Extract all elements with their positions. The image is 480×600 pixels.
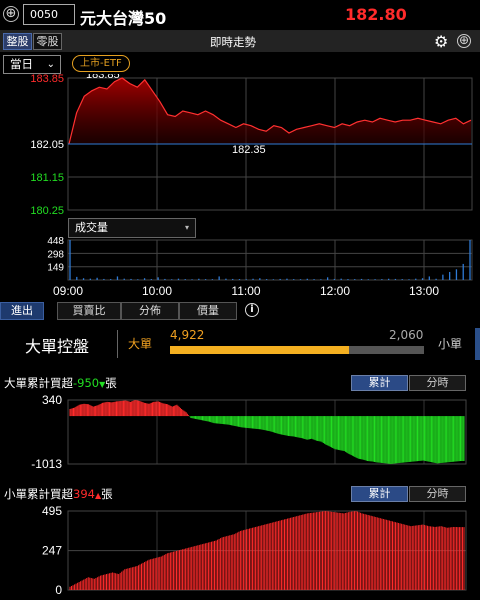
small-orders-label: 小單累計買超394▲張 [4, 486, 113, 502]
tab-buy-sell-ratio[interactable]: 買賣比 [57, 302, 121, 320]
big-intraday-button[interactable]: 分時 [409, 375, 466, 391]
small-order-label: 小單 [438, 337, 463, 351]
top-bar: ⊕ 0050 元大台灣50 182.80 [0, 0, 480, 31]
indicator-value: 成交量 [75, 221, 108, 234]
scrollbar[interactable] [475, 328, 480, 360]
last-price: 182.80 [345, 5, 407, 24]
add-symbol-button[interactable]: ⊕ [3, 6, 19, 22]
big-orders-label: 大單累計買超-950▼張 [4, 375, 117, 391]
tab-price-volume[interactable]: 價量 [179, 302, 237, 320]
time-axis-label: 11:00 [231, 284, 260, 298]
price-axis-label: 181.15 [30, 172, 64, 184]
time-axis-label: 09:00 [53, 284, 83, 298]
intraday-chart: 183.85 182.05 181.15 180.25 183.85 182.35 448 2… [30, 74, 473, 298]
low-price-label: 182.35 [232, 144, 266, 156]
add-chart-button[interactable]: ⊕ [457, 34, 471, 48]
big-order-label: 大單 [128, 337, 153, 351]
orders-axis-label: 247 [42, 544, 62, 558]
big-orders-chart: 340 -1013 [31, 394, 467, 471]
small-orders-chart: 495 247 0 [42, 505, 467, 597]
high-price-label: 183.85 [86, 74, 120, 81]
price-axis-label: 182.05 [30, 139, 64, 151]
sub-header: 整股 零股 即時走勢 ⚙ ⊕ [0, 31, 480, 52]
volume-axis-label: 298 [47, 249, 64, 260]
tab-inout[interactable]: 進出 [0, 302, 44, 320]
tab-odd-lot[interactable]: 零股 [33, 33, 62, 50]
small-intraday-button[interactable]: 分時 [409, 486, 466, 502]
price-axis-label: 180.25 [30, 205, 64, 217]
orders-axis-label: 0 [55, 583, 62, 597]
chevron-down-icon: ▾ [184, 223, 189, 232]
price-area [69, 78, 471, 144]
panel-title: 大單控盤 [25, 337, 90, 356]
time-axis-label: 12:00 [320, 284, 350, 298]
chart-title: 即時走勢 [210, 35, 256, 49]
period-select[interactable]: 當日 ⌄ [3, 55, 61, 74]
small-orders-value: 394 [73, 487, 95, 501]
orders-axis-label: 340 [42, 394, 62, 407]
volume-axis-label: 149 [47, 263, 64, 274]
volume-axis-label: 448 [47, 236, 64, 247]
big-order-value: 4,922 [170, 328, 205, 342]
ratio-bar [170, 346, 424, 354]
price-axis-label: 183.85 [30, 74, 64, 85]
small-orders-unit: 張 [101, 487, 113, 501]
big-orders-unit: 張 [105, 376, 117, 390]
ratio-bar-fill [170, 346, 350, 354]
order-flow-panel: 大單控盤 大單 4,922 2,060 小單 [0, 324, 480, 364]
period-value: 當日 [10, 57, 33, 71]
small-orders-label-prefix: 小單累計買超 [4, 487, 73, 501]
divider [117, 330, 118, 358]
gear-icon[interactable]: ⚙ [434, 32, 448, 51]
stock-name: 元大台灣50 [80, 9, 167, 28]
indicator-select[interactable]: 成交量 ▾ [68, 218, 196, 238]
big-orders-value: -950 [73, 376, 100, 390]
big-orders-label-prefix: 大單累計買超 [4, 376, 73, 390]
small-cumulative-button[interactable]: 累計 [351, 486, 408, 502]
stock-code-input[interactable]: 0050 [23, 4, 75, 25]
time-axis-label: 13:00 [409, 284, 439, 298]
flow-tabs: 進出 買賣比 分佈 價量 [0, 302, 480, 321]
big-cumulative-button[interactable]: 累計 [351, 375, 408, 391]
time-axis-label: 10:00 [142, 284, 172, 298]
small-order-value: 2,060 [389, 328, 424, 342]
chevron-down-icon: ⌄ [46, 59, 55, 70]
market-badge: 上市-ETF [72, 55, 130, 72]
tab-whole-lot[interactable]: 整股 [3, 33, 32, 50]
volume-frame [67, 239, 473, 281]
orders-axis-label: -1013 [31, 457, 62, 471]
tab-distribution[interactable]: 分佈 [121, 302, 179, 320]
orders-axis-label: 495 [42, 505, 62, 518]
info-icon[interactable]: i [245, 303, 259, 317]
